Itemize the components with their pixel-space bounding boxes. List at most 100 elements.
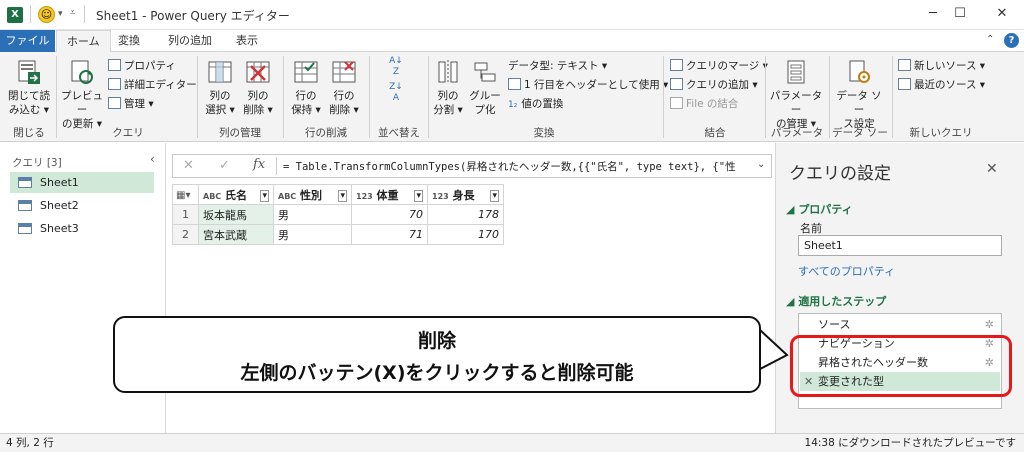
- choose-columns-button[interactable]: 列の 選択 ▾: [202, 58, 238, 117]
- tab-transform[interactable]: 変換: [108, 30, 150, 52]
- gear-icon[interactable]: ✲: [985, 315, 994, 334]
- new-source-button[interactable]: 新しいソース ▾: [898, 58, 985, 75]
- append-queries-button[interactable]: クエリの追加 ▾: [670, 77, 758, 94]
- refresh-label-1: プレビュー: [61, 90, 103, 116]
- close-pane-icon[interactable]: ✕: [986, 161, 998, 177]
- minimize-button[interactable]: ─: [923, 5, 943, 23]
- fx-icon[interactable]: fx: [253, 157, 265, 172]
- smiley-feedback-icon[interactable]: ☺: [38, 6, 55, 23]
- combine-files-button[interactable]: File の結合: [670, 96, 738, 113]
- cell-height[interactable]: 178: [427, 204, 504, 225]
- properties-section-header[interactable]: ◢ プロパティ: [786, 201, 853, 217]
- manage-button[interactable]: 管理 ▾: [108, 96, 154, 113]
- step-source[interactable]: ソース ✲: [800, 315, 1000, 334]
- group-label-rows: 行の削減: [305, 127, 347, 139]
- column-header-height[interactable]: 123 身長 ▾: [427, 184, 504, 205]
- cell-weight[interactable]: 71: [351, 224, 428, 245]
- tab-home[interactable]: ホーム: [56, 30, 111, 53]
- column-filter-icon[interactable]: ▾: [338, 189, 347, 202]
- data-type-dropdown[interactable]: データ型: テキスト ▾: [508, 58, 607, 75]
- cancel-formula-icon[interactable]: ✕: [183, 158, 194, 173]
- type-number-icon[interactable]: 123: [432, 192, 449, 201]
- recent-sources-button[interactable]: 最近のソース ▾: [898, 77, 985, 94]
- group-label-close: 閉じる: [13, 127, 45, 139]
- query-item-sheet1[interactable]: Sheet1: [10, 172, 154, 193]
- confirm-formula-icon[interactable]: ✓: [219, 158, 230, 173]
- remove-rows-button[interactable]: 行の 削除 ▾: [326, 58, 362, 117]
- combine-files-label: File の結合: [686, 98, 739, 110]
- query-name-input[interactable]: Sheet1: [798, 235, 1002, 256]
- headers-icon: [508, 78, 521, 90]
- close-and-load-button[interactable]: 閉じて読 み込む ▾: [6, 58, 52, 117]
- choose-cols-label-1: 列の: [209, 90, 231, 102]
- use-first-row-headers-button[interactable]: 1 行目をヘッダーとして使用 ▾: [508, 77, 668, 94]
- column-header-name[interactable]: ABC 氏名 ▾: [198, 184, 274, 205]
- groupby-label-1: グルー: [469, 90, 501, 102]
- replace-values-button[interactable]: 1₂ 値の置換: [508, 96, 563, 113]
- cell-weight[interactable]: 70: [351, 204, 428, 225]
- close-load-label-1: 閉じて読: [8, 90, 50, 102]
- expand-formula-icon[interactable]: ⌄: [757, 159, 765, 170]
- maximize-button[interactable]: ☐: [950, 5, 970, 23]
- cell-gender[interactable]: 男: [273, 204, 352, 225]
- new-source-icon: [898, 59, 911, 71]
- divider: [30, 5, 31, 23]
- table-row[interactable]: 1 坂本龍馬 男 70 178: [172, 204, 504, 225]
- properties-button[interactable]: プロパティ: [108, 58, 176, 75]
- split-label-2: 分割 ▾: [433, 104, 463, 116]
- divider: [84, 5, 85, 23]
- all-properties-link[interactable]: すべてのプロパティ: [798, 263, 895, 279]
- ribbon: 閉じて読 み込む ▾ 閉じる プレビュー の更新 ▾ プロパティ 詳細エディター…: [0, 52, 1024, 154]
- collapse-pane-icon[interactable]: ‹: [150, 152, 155, 166]
- help-icon[interactable]: ?: [1004, 33, 1019, 48]
- new-source-label: 新しいソース ▾: [914, 60, 986, 72]
- sort-descending-button[interactable]: Z↓ A: [382, 82, 410, 104]
- merge-icon: [670, 59, 683, 71]
- group-separator: [765, 56, 766, 138]
- parameters-icon: [783, 58, 809, 86]
- queries-header: クエリ [3]: [12, 157, 62, 169]
- refresh-preview-button[interactable]: プレビュー の更新 ▾: [60, 58, 104, 131]
- column-header-gender[interactable]: ABC 性別 ▾: [273, 184, 352, 205]
- tab-file[interactable]: ファイル: [0, 30, 55, 52]
- collapse-ribbon-icon[interactable]: ⌃: [986, 34, 994, 45]
- query-item-sheet3[interactable]: Sheet3: [10, 218, 154, 239]
- cell-gender[interactable]: 男: [273, 224, 352, 245]
- table-menu-icon[interactable]: ▦▾: [172, 184, 199, 205]
- applied-steps-header[interactable]: ◢ 適用したステップ: [786, 293, 886, 309]
- advanced-editor-button[interactable]: 詳細エディター: [108, 77, 197, 94]
- tab-add-column[interactable]: 列の追加: [158, 30, 222, 52]
- name-label: 名前: [800, 222, 822, 235]
- customize-toolbar-icon[interactable]: ⩡: [70, 8, 75, 18]
- tab-view[interactable]: 表示: [226, 30, 268, 52]
- cell-name[interactable]: 宮本武蔵: [198, 224, 274, 245]
- properties-label: プロパティ: [124, 60, 176, 72]
- data-source-settings-button[interactable]: データ ソー ス設定: [832, 58, 886, 131]
- group-by-button[interactable]: グルー プ化: [468, 58, 502, 117]
- table-row[interactable]: 2 宮本武蔵 男 71 170: [172, 224, 504, 245]
- remove-rows-label-2: 削除 ▾: [329, 104, 359, 116]
- remove-columns-button[interactable]: 列の 削除 ▾: [240, 58, 276, 117]
- column-header-weight[interactable]: 123 体重 ▾: [351, 184, 428, 205]
- formula-input[interactable]: = Table.TransformColumnTypes(昇格されたヘッダー数,…: [283, 159, 753, 174]
- feedback-dropdown-icon[interactable]: ▾: [58, 9, 63, 19]
- column-filter-icon[interactable]: ▾: [260, 189, 269, 202]
- column-filter-icon[interactable]: ▾: [414, 189, 423, 202]
- type-number-icon[interactable]: 123: [356, 192, 373, 201]
- data-source-settings-icon: [846, 58, 872, 86]
- merge-queries-button[interactable]: クエリのマージ ▾: [670, 58, 768, 75]
- data-grid: ▦▾ ABC 氏名 ▾ ABC 性別 ▾ 123 体重 ▾ 123 身長 ▾ 1 坂本龍…: [172, 184, 509, 245]
- column-filter-icon[interactable]: ▾: [490, 189, 499, 202]
- keep-rows-label-1: 行の: [295, 90, 317, 102]
- close-button[interactable]: ✕: [992, 5, 1012, 23]
- type-text-icon[interactable]: ABC: [278, 192, 296, 201]
- sort-ascending-button[interactable]: A↓ Z: [382, 56, 410, 78]
- properties-icon: [108, 59, 121, 71]
- keep-rows-button[interactable]: 行の 保持 ▾: [288, 58, 324, 117]
- cell-name[interactable]: 坂本龍馬: [198, 204, 274, 225]
- split-column-button[interactable]: 列の 分割 ▾: [430, 58, 466, 117]
- type-text-icon[interactable]: ABC: [203, 192, 221, 201]
- cell-height[interactable]: 170: [427, 224, 504, 245]
- query-item-sheet2[interactable]: Sheet2: [10, 195, 154, 216]
- manage-parameters-button[interactable]: パラメーター の管理 ▾: [768, 58, 824, 131]
